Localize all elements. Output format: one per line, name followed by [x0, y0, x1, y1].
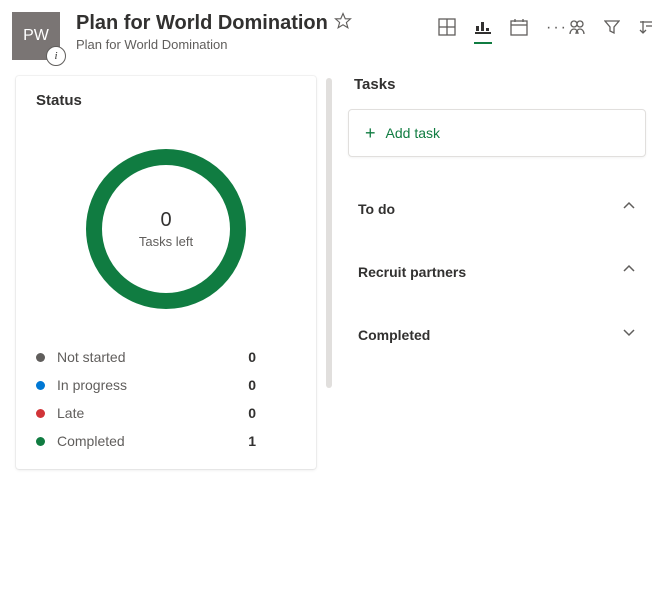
- plan-avatar[interactable]: PW i: [12, 12, 60, 60]
- view-switcher: ···: [438, 18, 568, 44]
- legend-label: Completed: [57, 433, 236, 449]
- bucket-title: Recruit partners: [358, 264, 466, 280]
- bucket-title: Completed: [358, 327, 430, 343]
- legend-label: In progress: [57, 377, 236, 393]
- legend-dot-icon: [36, 381, 45, 390]
- bucket-header[interactable]: Recruit partners: [348, 240, 646, 303]
- legend-item: Not started 0: [36, 349, 296, 365]
- add-task-button[interactable]: + Add task: [348, 109, 646, 157]
- donut-value: 0: [160, 209, 171, 232]
- chevron-up-icon: [622, 199, 636, 218]
- bucket-title: To do: [358, 201, 395, 217]
- legend-dot-icon: [36, 409, 45, 418]
- main-content: Status 0 Tasks left Not started 0 In pro…: [0, 64, 670, 481]
- bucket-header[interactable]: To do: [348, 177, 646, 240]
- sort-icon[interactable]: [638, 19, 654, 40]
- legend-item: In progress 0: [36, 377, 296, 393]
- chevron-down-icon: [622, 325, 636, 344]
- chevron-up-icon: [622, 262, 636, 281]
- view-schedule-icon[interactable]: [510, 18, 528, 44]
- plan-initials: PW: [23, 27, 49, 45]
- legend-count: 0: [248, 405, 296, 421]
- plan-subtitle: Plan for World Domination: [76, 37, 438, 52]
- right-tools: [568, 18, 654, 47]
- add-task-label: Add task: [386, 125, 440, 141]
- legend-dot-icon: [36, 437, 45, 446]
- status-card-title: Status: [36, 92, 296, 109]
- legend-count: 0: [248, 377, 296, 393]
- header: PW i Plan for World Domination Plan for …: [0, 0, 670, 64]
- tasks-panel: Tasks + Add task To do Recruit partners …: [338, 64, 670, 481]
- view-board-icon[interactable]: [438, 18, 456, 44]
- legend-item: Late 0: [36, 405, 296, 421]
- status-legend: Not started 0 In progress 0 Late 0 Compl…: [36, 349, 296, 449]
- info-icon[interactable]: i: [46, 46, 66, 66]
- bucket-header[interactable]: Completed: [348, 303, 646, 366]
- view-charts-icon[interactable]: [474, 18, 492, 44]
- status-card: Status 0 Tasks left Not started 0 In pro…: [16, 76, 316, 469]
- donut-label: Tasks left: [139, 234, 193, 249]
- legend-label: Late: [57, 405, 236, 421]
- donut-chart: 0 Tasks left: [86, 149, 246, 309]
- members-icon[interactable]: [568, 18, 586, 41]
- legend-label: Not started: [57, 349, 236, 365]
- more-views-icon[interactable]: ···: [546, 19, 568, 43]
- legend-count: 1: [248, 433, 296, 449]
- pane-divider[interactable]: [326, 78, 332, 388]
- plus-icon: +: [365, 124, 376, 142]
- tasks-panel-title: Tasks: [348, 76, 646, 93]
- legend-item: Completed 1: [36, 433, 296, 449]
- favorite-icon[interactable]: [334, 12, 352, 35]
- plan-title: Plan for World Domination: [76, 12, 328, 35]
- legend-count: 0: [248, 349, 296, 365]
- filter-icon[interactable]: [604, 19, 620, 40]
- legend-dot-icon: [36, 353, 45, 362]
- title-area: Plan for World Domination Plan for World…: [76, 12, 438, 52]
- donut-chart-container: 0 Tasks left: [36, 149, 296, 309]
